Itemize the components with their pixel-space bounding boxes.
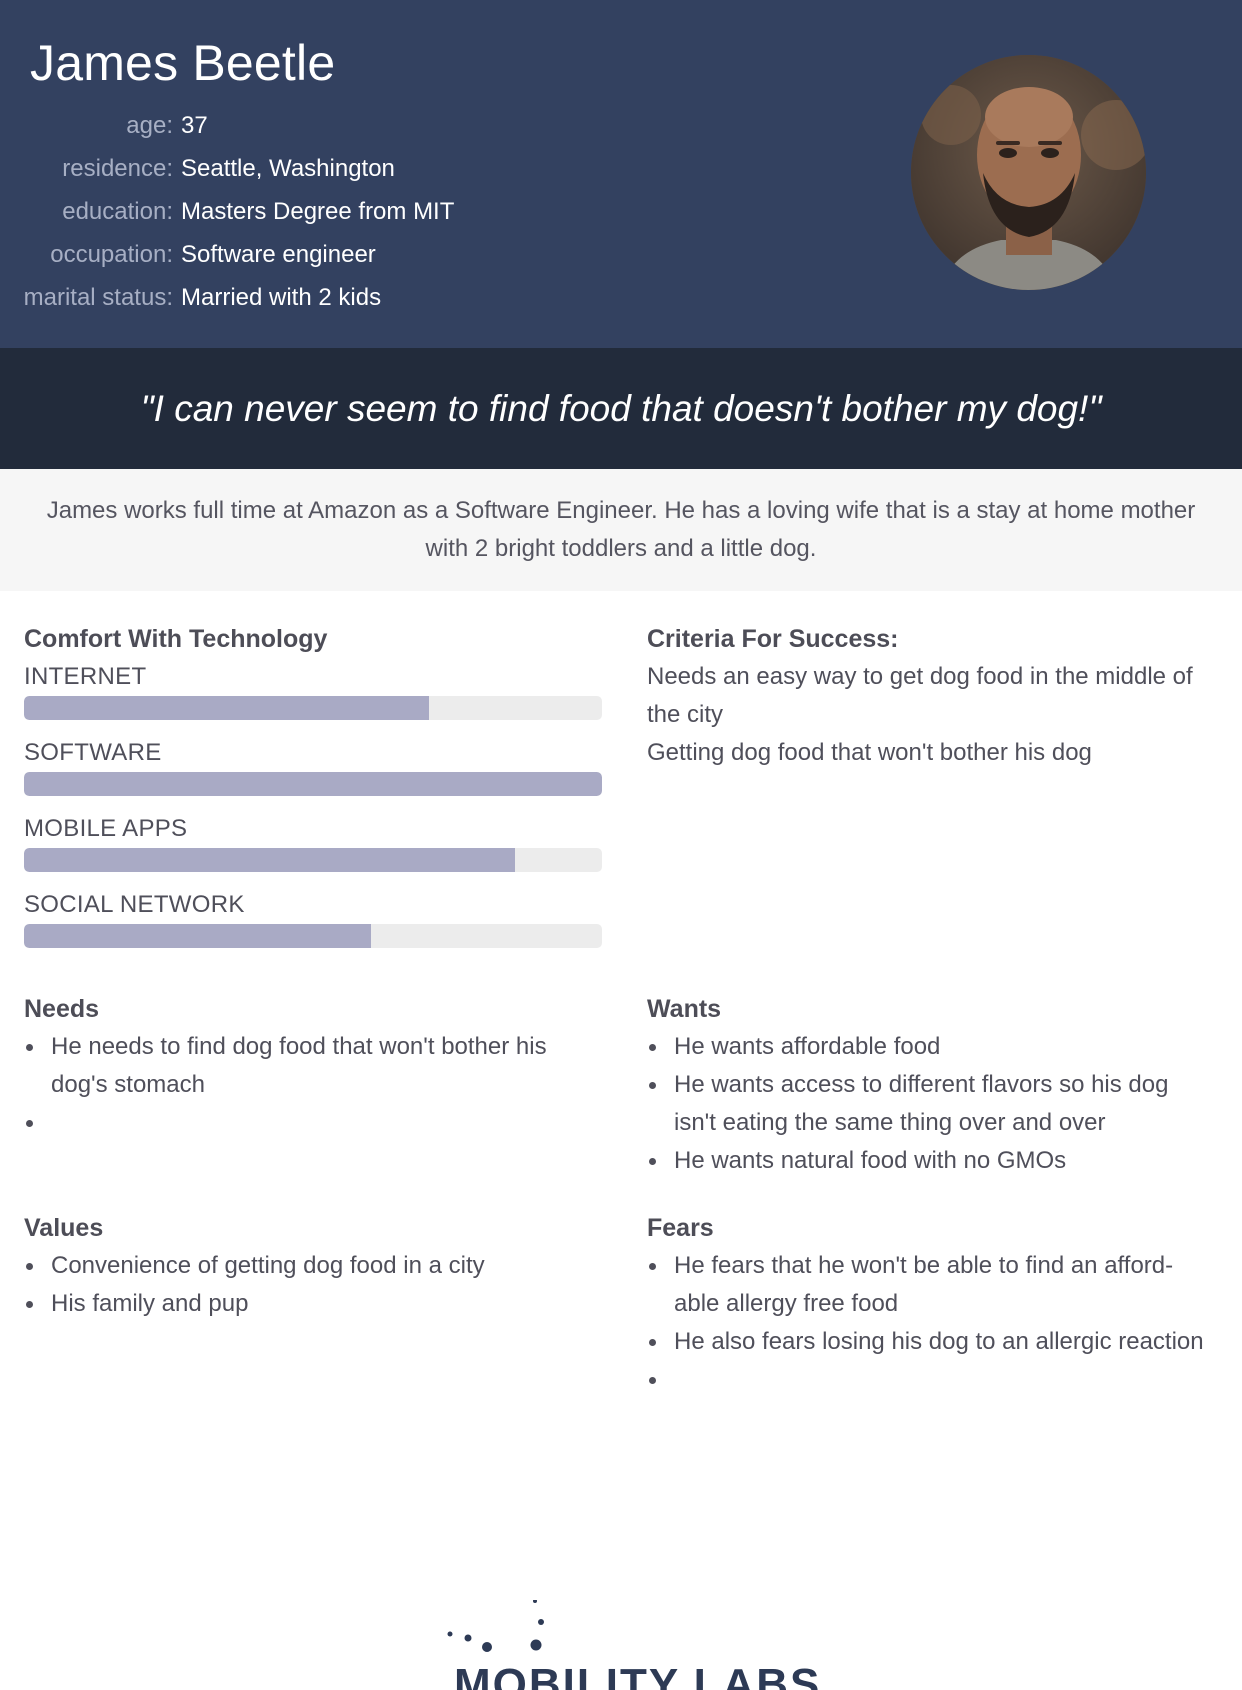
- list-item: He wants natural food with no GMOs: [647, 1142, 1217, 1180]
- list-item: He wants affordable food: [647, 1028, 1217, 1066]
- persona-quote: "I can never seem to find food that does…: [140, 387, 1102, 429]
- persona-bio: James works full time at Amazon as a Sof…: [46, 497, 1196, 562]
- criteria-line: Getting dog food that won't bother his d…: [647, 739, 1092, 766]
- tech-bar-track: [24, 848, 602, 872]
- attr-value: Married with 2 kids: [181, 283, 382, 311]
- list-item: [24, 1104, 602, 1142]
- attr-age: age: 37: [0, 104, 454, 147]
- fears-section: Fears He fears that he won't be able to …: [647, 1209, 1217, 1399]
- section-title: Comfort With Technology: [24, 625, 328, 653]
- list-item: His family and pup: [24, 1285, 602, 1323]
- attr-label: education:: [62, 197, 173, 225]
- persona-header: James Beetle age: 37 residence: Seattle,…: [0, 0, 1242, 348]
- list-item: He also fears losing his dog to an aller…: [647, 1323, 1217, 1361]
- criteria-line: Needs an easy way to get dog food in the…: [647, 663, 1193, 728]
- tech-label: MOBILE APPS: [24, 815, 188, 842]
- attr-value: Seattle, Washington: [181, 154, 395, 182]
- tech-bar-fill: [24, 848, 516, 872]
- list-item: [647, 1361, 1217, 1399]
- attr-label: age:: [126, 111, 173, 139]
- persona-attributes: age: 37 residence: Seattle, Washington e…: [0, 104, 455, 319]
- attr-value: Masters Degree from MIT: [181, 197, 455, 225]
- tech-item-social-network: SOCIAL NETWORK: [24, 886, 602, 948]
- quote-band: "I can never seem to find food that does…: [0, 348, 1242, 469]
- mobility-labs-logo: MOBILITY LABS: [440, 1600, 820, 1690]
- tech-label: SOFTWARE: [24, 739, 162, 766]
- section-title: Values: [24, 1214, 104, 1242]
- list-item: He wants access to different flavors so …: [647, 1066, 1217, 1142]
- list-item: He fears that he won't be able to find a…: [647, 1247, 1217, 1323]
- fears-list: He fears that he won't be able to find a…: [647, 1247, 1217, 1399]
- persona-name: James Beetle: [30, 35, 336, 91]
- attr-value: Software engineer: [181, 240, 376, 268]
- tech-label: SOCIAL NETWORK: [24, 891, 245, 918]
- criteria-section: Criteria For Success: Needs an easy way …: [647, 620, 1217, 772]
- attr-label: occupation:: [50, 240, 173, 268]
- avatar-portrait: [911, 55, 1146, 290]
- technology-section: Comfort With Technology INTERNET SOFTWAR…: [24, 620, 602, 962]
- attr-value: 37: [181, 111, 208, 139]
- tech-bar-track: [24, 772, 602, 796]
- needs-section: Needs He needs to find dog food that won…: [24, 990, 602, 1142]
- avatar: [911, 55, 1146, 290]
- attr-education: education: Masters Degree from MIT: [0, 190, 454, 233]
- list-item: He needs to find dog food that won't bot…: [24, 1028, 602, 1104]
- section-title: Wants: [647, 995, 722, 1023]
- tech-label: INTERNET: [24, 663, 147, 690]
- values-list: Convenience of getting dog food in a cit…: [24, 1247, 602, 1323]
- attr-occupation: occupation: Software engineer: [0, 233, 454, 276]
- attr-marital-status: marital status: Married with 2 kids: [0, 276, 454, 319]
- attr-label: marital status:: [23, 283, 173, 311]
- tech-item-software: SOFTWARE: [24, 734, 602, 796]
- section-title: Fears: [647, 1214, 714, 1242]
- tech-bar-track: [24, 924, 602, 948]
- wants-list: He wants affordable food He wants access…: [647, 1028, 1217, 1180]
- tech-bar-track: [24, 696, 602, 720]
- attr-label: residence:: [62, 154, 173, 182]
- logo-text: MOBILITY LABS: [454, 1660, 822, 1690]
- list-item: Convenience of getting dog food in a cit…: [24, 1247, 602, 1285]
- section-title: Needs: [24, 995, 100, 1023]
- values-section: Values Convenience of getting dog food i…: [24, 1209, 602, 1323]
- tech-item-mobile-apps: MOBILE APPS: [24, 810, 602, 872]
- bio-band: James works full time at Amazon as a Sof…: [0, 469, 1242, 591]
- wants-section: Wants He wants affordable food He wants …: [647, 990, 1217, 1180]
- section-title: Criteria For Success:: [647, 625, 899, 653]
- tech-item-internet: INTERNET: [24, 658, 602, 720]
- tech-bar-fill: [24, 924, 371, 948]
- tech-bar-fill: [24, 772, 602, 796]
- needs-list: He needs to find dog food that won't bot…: [24, 1028, 602, 1142]
- attr-residence: residence: Seattle, Washington: [0, 147, 454, 190]
- tech-bar-fill: [24, 696, 429, 720]
